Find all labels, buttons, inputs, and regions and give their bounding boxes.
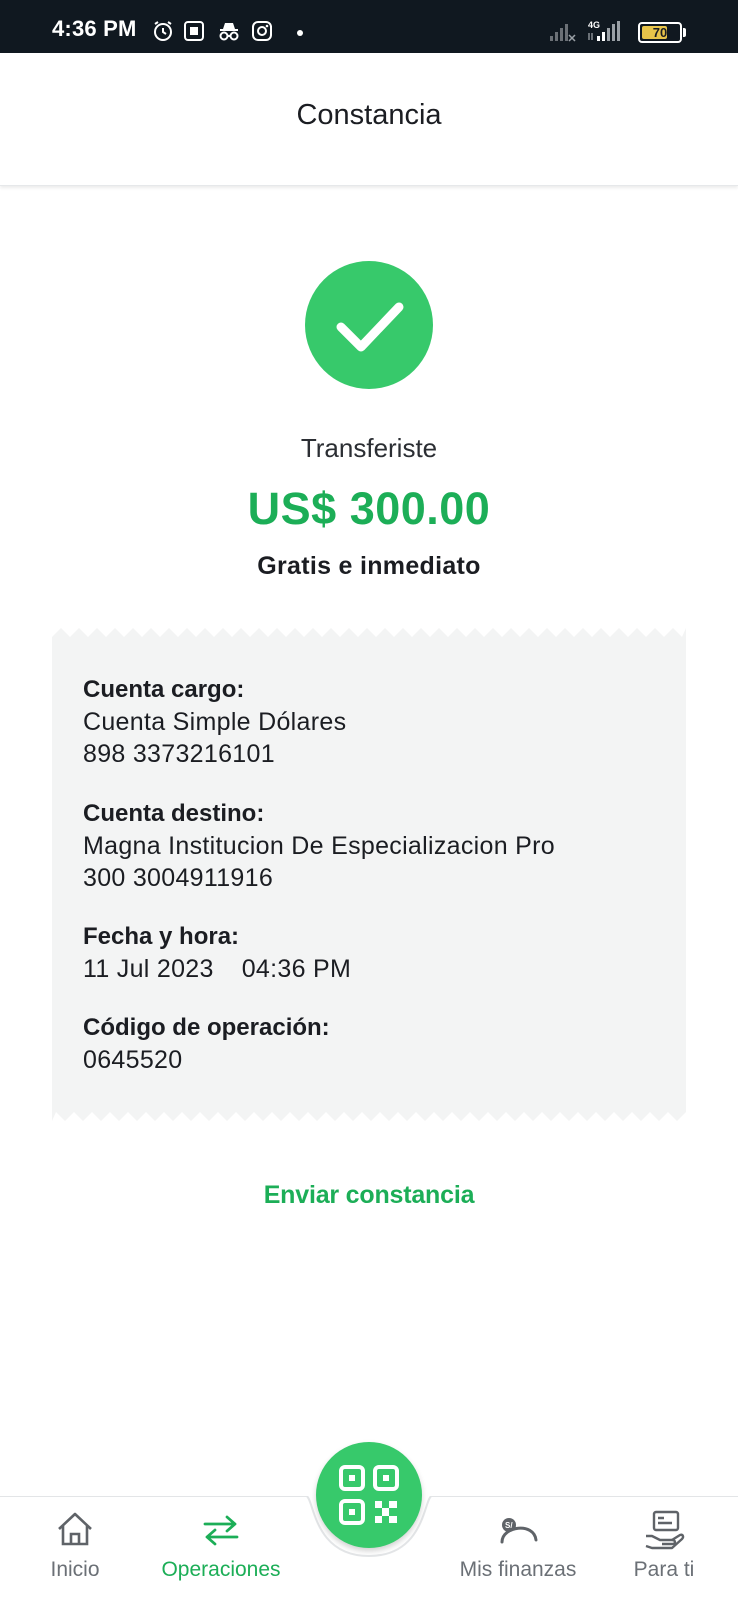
svg-text:4G: 4G: [588, 20, 600, 30]
datetime-field: Fecha y hora: 11 Jul 2023 04:36 PM: [83, 921, 663, 985]
nav-item-mis-finanzas[interactable]: S/ Mis finanzas: [448, 1496, 588, 1600]
page-title: Constancia: [296, 99, 442, 131]
battery-icon: 70: [638, 22, 682, 43]
transfer-amount: US$ 300.00: [247, 483, 491, 534]
battery-level: 70: [652, 25, 668, 40]
source-account-label: Cuenta cargo:: [83, 676, 245, 703]
alarm-icon: [152, 20, 174, 42]
success-check-icon: [305, 261, 433, 389]
send-receipt-link[interactable]: Enviar constancia: [0, 1181, 738, 1210]
page-header: Constancia: [0, 53, 738, 186]
home-icon: [53, 1508, 97, 1552]
status-bar: 4:36 PM 4G 70: [0, 0, 738, 53]
nav-label-operaciones: Operaciones: [161, 1558, 281, 1581]
nav-label-para-ti: Para ti: [633, 1558, 695, 1581]
receipt-card: Cuenta cargo: Cuenta Simple Dólares 898 …: [52, 628, 686, 1121]
nav-item-operaciones[interactable]: Operaciones: [150, 1496, 292, 1600]
transfer-note: Gratis e inmediato: [257, 552, 481, 580]
qr-scan-button[interactable]: [316, 1442, 422, 1548]
transfer-time: 04:36 PM: [241, 955, 352, 983]
instagram-icon: [251, 20, 273, 42]
nav-item-inicio[interactable]: Inicio: [20, 1496, 130, 1600]
source-account-name: Cuenta Simple Dólares: [83, 708, 347, 736]
source-account-field: Cuenta cargo: Cuenta Simple Dólares 898 …: [83, 674, 663, 770]
source-account-number: 898 3373216101: [83, 740, 275, 768]
card-hand-icon: [642, 1508, 686, 1552]
transfer-arrows-icon: [199, 1508, 243, 1552]
transfer-date: 11 Jul 2023: [83, 955, 214, 983]
signal-no-service-icon: [548, 20, 578, 44]
nav-label-mis-finanzas: Mis finanzas: [459, 1558, 577, 1581]
destination-account-name: Magna Institucion De Especializacion Pro: [83, 832, 555, 860]
destination-account-field: Cuenta destino: Magna Institucion De Esp…: [83, 798, 663, 894]
destination-account-label: Cuenta destino:: [83, 800, 265, 827]
nav-label-inicio: Inicio: [50, 1558, 100, 1581]
finance-gauge-icon: S/: [496, 1508, 540, 1552]
qr-code-icon: [339, 1465, 399, 1525]
transfer-label: Transferiste: [300, 433, 438, 463]
more-notifications-dot: [297, 30, 303, 36]
operation-code-label: Código de operación:: [83, 1014, 330, 1041]
incognito-icon: [216, 20, 242, 42]
datetime-label: Fecha y hora:: [83, 923, 240, 950]
app-notification-icon: [183, 20, 205, 42]
datetime-value: 11 Jul 2023 04:36 PM: [83, 953, 663, 985]
signal-4g-icon: 4G: [586, 20, 626, 44]
operation-code-field: Código de operación: 0645520: [83, 1012, 663, 1076]
svg-text:S/: S/: [505, 1521, 513, 1530]
destination-account-number: 300 3004911916: [83, 864, 274, 892]
battery-tip: [683, 28, 686, 37]
operation-code-value: 0645520: [83, 1046, 183, 1074]
status-time: 4:36 PM: [52, 16, 137, 41]
nav-item-para-ti[interactable]: Para ti: [614, 1496, 714, 1600]
